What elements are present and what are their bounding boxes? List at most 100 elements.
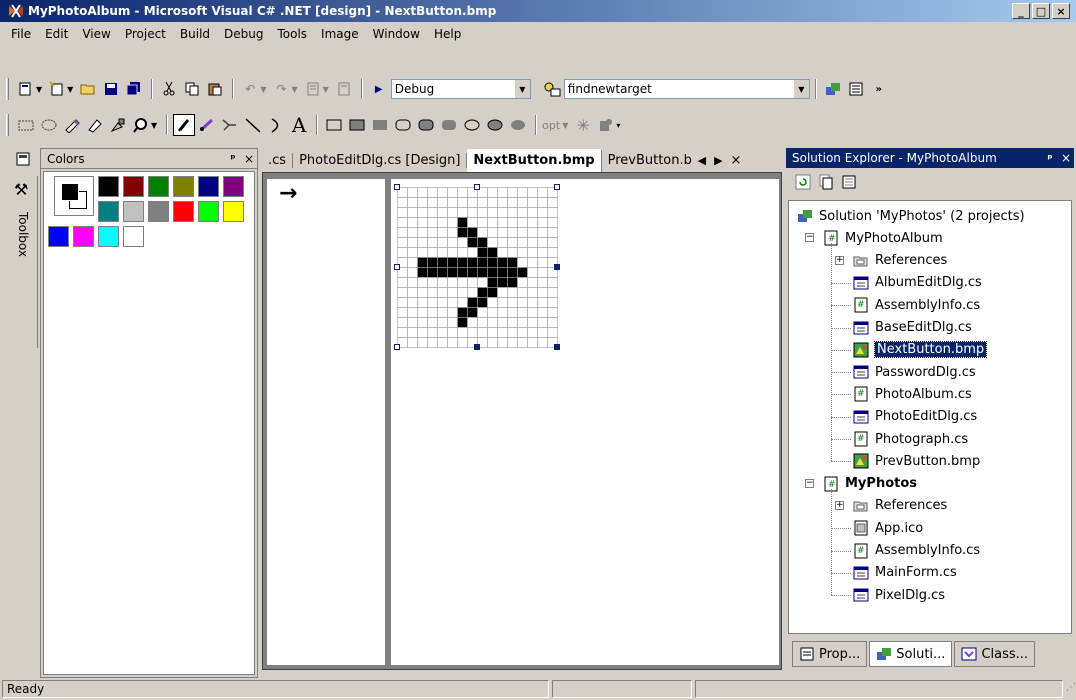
pixel-cell[interactable]	[437, 197, 448, 208]
pixel-cell[interactable]	[507, 227, 518, 238]
color-swatch[interactable]	[223, 176, 244, 197]
pixel-cell[interactable]	[507, 247, 518, 258]
chevron-down-icon[interactable]: ▼	[151, 121, 157, 130]
pixel-cell[interactable]	[397, 317, 408, 328]
pixel-cell[interactable]	[407, 187, 418, 198]
pixel-cell[interactable]	[467, 257, 478, 268]
pixel-cell[interactable]	[447, 317, 458, 328]
pixel-cell[interactable]	[407, 277, 418, 288]
pixel-cell[interactable]	[417, 207, 428, 218]
tree-file-node[interactable]: NextButton.bmp	[853, 339, 988, 361]
pixel-cell[interactable]	[467, 277, 478, 288]
pixel-cell[interactable]	[407, 287, 418, 298]
close-icon[interactable]: ×	[241, 152, 257, 166]
pixel-cell[interactable]	[507, 187, 518, 198]
pixel-cell[interactable]	[537, 207, 548, 218]
pixel-cell[interactable]	[497, 207, 508, 218]
pixel-cell[interactable]	[527, 337, 538, 348]
color-swatch[interactable]	[223, 201, 244, 222]
pixel-cell[interactable]	[457, 327, 468, 338]
pixel-cell[interactable]	[437, 267, 448, 278]
pixel-cell[interactable]	[487, 277, 498, 288]
pixel-cell[interactable]	[497, 337, 508, 348]
pixel-cell[interactable]	[447, 217, 458, 228]
pixel-cell[interactable]	[437, 327, 448, 338]
pixel-cell[interactable]	[487, 237, 498, 248]
pixel-cell[interactable]	[427, 217, 438, 228]
pixel-cell[interactable]	[487, 187, 498, 198]
menu-build[interactable]: Build	[173, 24, 217, 44]
pixel-cell[interactable]	[437, 307, 448, 318]
pixel-cell[interactable]	[457, 237, 468, 248]
pixel-cell[interactable]	[547, 317, 558, 328]
cut-icon[interactable]	[158, 78, 180, 100]
pixel-cell[interactable]	[427, 227, 438, 238]
menu-debug[interactable]: Debug	[217, 24, 270, 44]
pixel-cell[interactable]	[517, 327, 528, 338]
pixel-cell[interactable]	[407, 247, 418, 258]
pixel-cell[interactable]	[417, 267, 428, 278]
color-swatch[interactable]	[123, 176, 144, 197]
current-color-indicator[interactable]	[54, 176, 94, 216]
pixel-cell[interactable]	[477, 227, 488, 238]
tree-project-node[interactable]: # MyPhotos	[823, 473, 917, 495]
pixel-cell[interactable]	[427, 317, 438, 328]
pixel-cell[interactable]	[507, 307, 518, 318]
pixel-cell[interactable]	[427, 237, 438, 248]
filled-round-rect-icon[interactable]	[438, 114, 460, 136]
close-button[interactable]: ×	[1052, 3, 1070, 19]
pixel-cell[interactable]	[507, 337, 518, 348]
tab-photoeditdlg-design[interactable]: PhotoEditDlg.cs [Design]	[293, 152, 468, 168]
scroll-left-icon[interactable]: ◀	[694, 154, 710, 167]
pixel-cell[interactable]	[427, 297, 438, 308]
close-icon[interactable]: ×	[1058, 151, 1074, 165]
pixel-cell[interactable]	[417, 257, 428, 268]
vs-app-icon[interactable]	[8, 3, 24, 19]
pixel-cell[interactable]	[457, 307, 468, 318]
pixel-cell[interactable]	[487, 287, 498, 298]
pixel-cell[interactable]	[427, 337, 438, 348]
toolbox-tab[interactable]: ⚒ Toolbox	[10, 176, 38, 348]
pixel-cell[interactable]	[397, 327, 408, 338]
pixel-cell[interactable]	[477, 317, 488, 328]
pixel-cell[interactable]	[457, 197, 468, 208]
resize-handle[interactable]	[394, 344, 400, 350]
pixel-cell[interactable]	[467, 297, 478, 308]
tab-properties[interactable]: Prop...	[792, 641, 868, 667]
pixel-cell[interactable]	[417, 317, 428, 328]
rectangle-icon[interactable]	[323, 114, 345, 136]
chevron-down-icon[interactable]: ▼	[260, 85, 266, 94]
pixel-cell[interactable]	[447, 307, 458, 318]
pixel-cell[interactable]	[447, 237, 458, 248]
pixel-cell[interactable]	[397, 247, 408, 258]
filled-round-rect-outline-icon[interactable]	[415, 114, 437, 136]
pixel-cell[interactable]	[527, 247, 538, 258]
pixel-cell[interactable]	[517, 217, 528, 228]
tree-file-node[interactable]: PhotoEditDlg.cs	[853, 406, 977, 428]
pixel-cell[interactable]	[457, 287, 468, 298]
pixel-cell[interactable]	[427, 197, 438, 208]
pixel-cell[interactable]	[437, 337, 448, 348]
pixel-cell[interactable]	[487, 327, 498, 338]
tree-file-node[interactable]: # AssemblyInfo.cs	[853, 540, 980, 562]
scroll-right-icon[interactable]: ▶	[710, 154, 726, 167]
pixel-cell[interactable]	[447, 267, 458, 278]
close-icon[interactable]: ×	[727, 153, 746, 168]
pixel-cell[interactable]	[497, 247, 508, 258]
pixel-cell[interactable]	[457, 297, 468, 308]
pixel-cell[interactable]	[457, 267, 468, 278]
erase-icon[interactable]	[61, 114, 83, 136]
pixel-cell[interactable]	[477, 207, 488, 218]
pixel-cell[interactable]	[417, 227, 428, 238]
pixel-cell[interactable]	[467, 237, 478, 248]
menu-file[interactable]: File	[4, 24, 38, 44]
pixel-cell[interactable]	[397, 277, 408, 288]
pixel-cell[interactable]	[497, 277, 508, 288]
pixel-cell[interactable]	[417, 287, 428, 298]
pixel-cell[interactable]	[437, 287, 448, 298]
pixel-cell[interactable]	[477, 247, 488, 258]
pixel-cell[interactable]	[537, 317, 548, 328]
pixel-cell[interactable]	[497, 297, 508, 308]
pixel-cell[interactable]	[487, 247, 498, 258]
add-item-icon[interactable]	[46, 78, 68, 100]
